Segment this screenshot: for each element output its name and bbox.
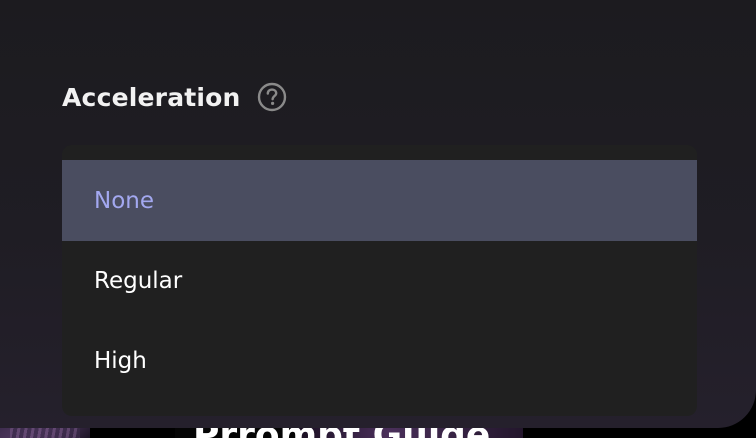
help-icon[interactable] (257, 82, 287, 112)
acceleration-dropdown-menu: None Regular High (62, 145, 697, 416)
acceleration-field-header: Acceleration (62, 82, 287, 112)
option-regular[interactable]: Regular (62, 241, 697, 321)
app-stage: A Prrompt Guide Acceleration None Regula… (0, 0, 756, 438)
option-high[interactable]: High (62, 321, 697, 401)
question-circle-icon (257, 82, 286, 112)
option-regular-label: Regular (94, 268, 183, 294)
option-none[interactable]: None (62, 160, 697, 241)
menu-top-padding (62, 145, 697, 160)
settings-panel: Acceleration None Regular High (0, 0, 756, 428)
option-none-label: None (94, 187, 155, 214)
option-high-label: High (94, 348, 147, 374)
acceleration-label: Acceleration (62, 82, 241, 112)
